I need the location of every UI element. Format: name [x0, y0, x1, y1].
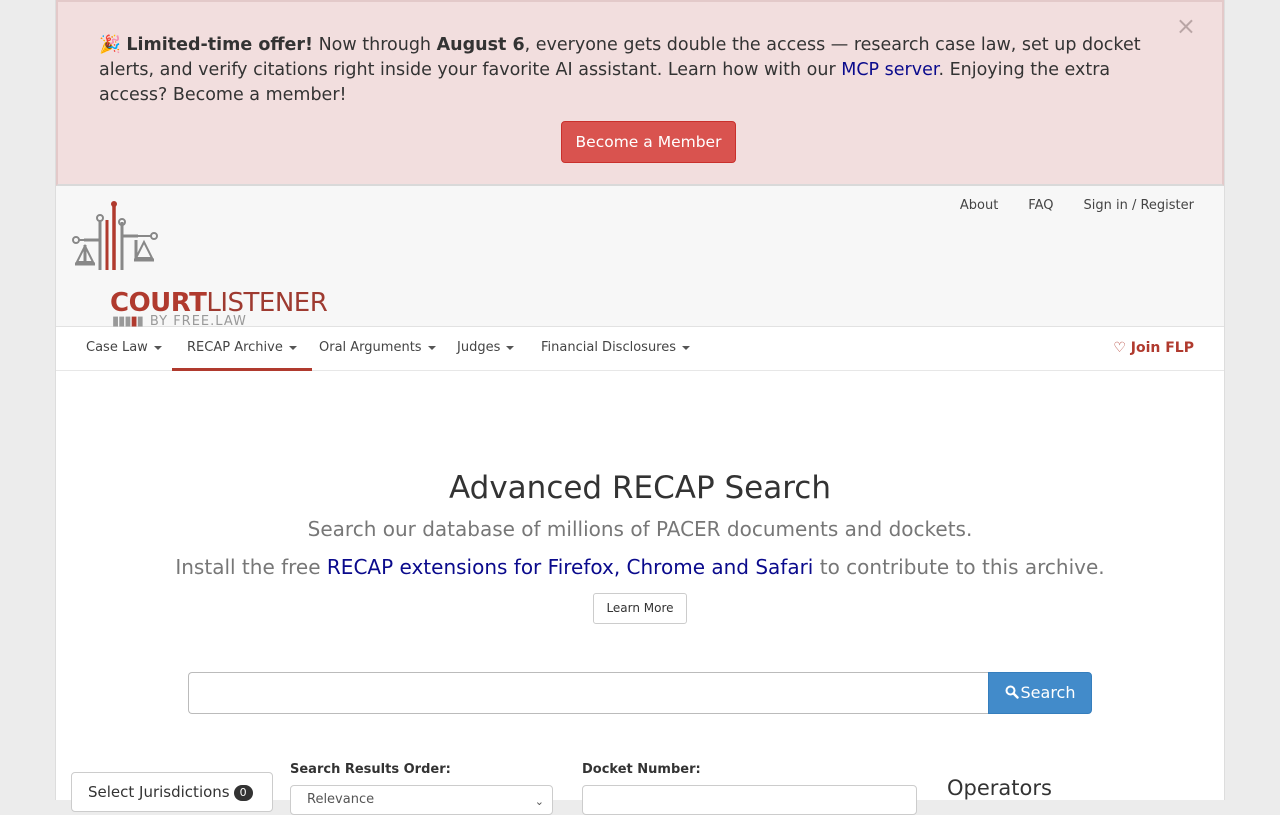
courtlistener-logo[interactable]: COURTLISTENER ▮▮▮▮▮ BY FREE.LAW	[70, 200, 330, 329]
chevron-down-icon: ⌄	[534, 795, 544, 808]
recap-extensions-link[interactable]: RECAP extensions for Firefox, Chrome and…	[327, 555, 813, 579]
main-nav: Case Law RECAP Archive Oral Arguments Ju…	[56, 327, 1224, 371]
search-bar: Search	[188, 672, 1092, 714]
caret-down-icon	[682, 345, 691, 350]
search-input[interactable]	[188, 672, 990, 714]
faq-link[interactable]: FAQ	[1028, 198, 1053, 213]
nav-label: Judges	[457, 340, 501, 355]
party-emoji: 🎉	[99, 35, 121, 55]
mcp-server-link[interactable]: MCP server	[841, 60, 938, 80]
search-button-label: Search	[1020, 683, 1076, 702]
search-button[interactable]: Search	[988, 672, 1092, 714]
caret-down-icon	[427, 345, 436, 350]
site-header: COURTLISTENER ▮▮▮▮▮ BY FREE.LAW About FA…	[56, 186, 1224, 329]
caret-down-icon	[506, 345, 515, 350]
docket-number-input[interactable]	[582, 785, 917, 815]
alert-date: August 6	[436, 35, 525, 55]
learn-more-button[interactable]: Learn More	[593, 593, 687, 624]
about-link[interactable]: About	[960, 198, 998, 213]
nav-label: Case Law	[86, 340, 148, 355]
nav-label: Financial Disclosures	[541, 340, 677, 355]
promo-alert: 🎉 Limited-time offer! Now through August…	[56, 0, 1224, 186]
nav-label: Oral Arguments	[319, 340, 422, 355]
close-icon[interactable]: ×	[1176, 12, 1196, 40]
nav-judges[interactable]: Judges	[457, 327, 515, 371]
join-flp-link[interactable]: ♡ Join FLP	[1113, 327, 1194, 369]
alert-lead: Limited-time offer!	[126, 35, 314, 55]
heart-icon: ♡	[1113, 340, 1126, 356]
page-container: 🎉 Limited-time offer! Now through August…	[55, 0, 1225, 815]
sign-in-link[interactable]: Sign in / Register	[1083, 198, 1194, 213]
alert-text: 🎉 Limited-time offer! Now through August…	[99, 33, 1179, 108]
nav-oral-arguments[interactable]: Oral Arguments	[319, 327, 436, 371]
docket-label: Docket Number:	[582, 762, 701, 777]
select-jurisdictions-button[interactable]: Select Jurisdictions 0	[71, 772, 273, 812]
install-line: Install the free RECAP extensions for Fi…	[56, 555, 1224, 579]
nav-case-law[interactable]: Case Law	[86, 327, 162, 371]
jurisdictions-count-badge: 0	[233, 784, 253, 801]
nav-financial-disclosures[interactable]: Financial Disclosures	[541, 327, 691, 371]
nav-label: RECAP Archive	[187, 340, 283, 355]
operators-heading: Operators	[947, 776, 1052, 800]
order-label: Search Results Order:	[290, 762, 451, 777]
search-icon	[1005, 685, 1019, 699]
alert-text-1: Now through	[313, 35, 437, 55]
results-order-select[interactable]: Relevance ⌄	[290, 785, 553, 815]
caret-down-icon	[153, 345, 162, 350]
nav-recap-archive[interactable]: RECAP Archive	[172, 327, 312, 371]
install-pre: Install the free	[175, 555, 327, 579]
become-member-button[interactable]: Become a Member	[561, 121, 736, 163]
top-links: About FAQ Sign in / Register	[960, 198, 1194, 213]
caret-down-icon	[288, 345, 297, 350]
page-subtitle: Search our database of millions of PACER…	[307, 517, 973, 541]
install-post: to contribute to this archive.	[813, 555, 1105, 579]
jurisdictions-label: Select Jurisdictions	[88, 783, 230, 801]
page-title: Advanced RECAP Search	[448, 470, 831, 506]
join-label: Join FLP	[1130, 340, 1194, 356]
scales-logo-icon	[72, 201, 158, 270]
